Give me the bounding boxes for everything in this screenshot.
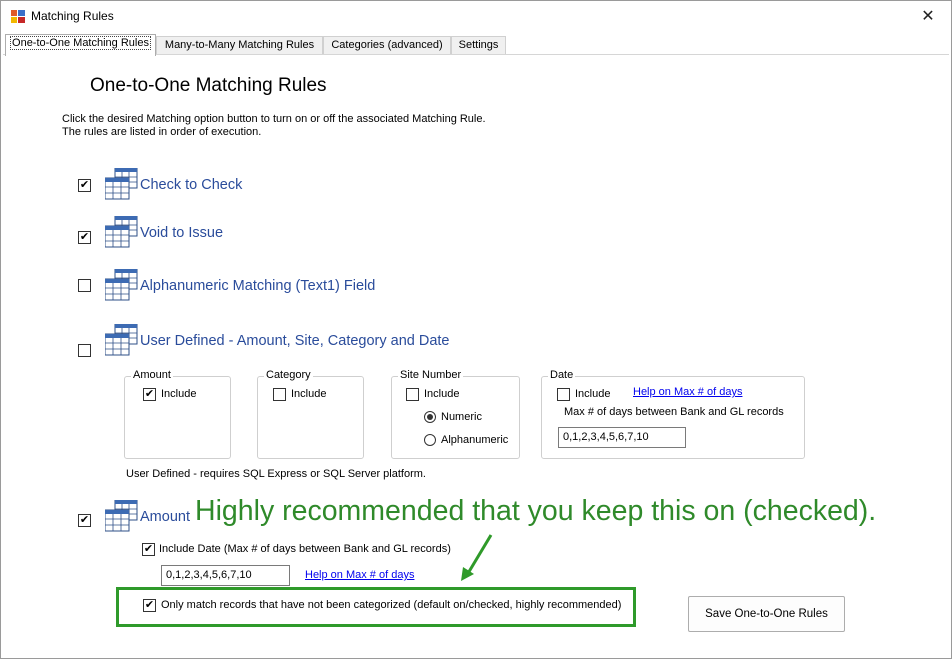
date-max-days-label: Max # of days between Bank and GL record… — [564, 406, 784, 418]
tab-settings[interactable]: Settings — [451, 36, 506, 55]
include-date-checkbox[interactable]: ✔ — [142, 543, 155, 556]
user-defined-label[interactable]: User Defined - Amount, Site, Category an… — [140, 333, 450, 349]
only-uncategorized-label[interactable]: Only match records that have not been ca… — [161, 599, 621, 611]
table-grid-icon[interactable] — [105, 500, 139, 532]
amount-include-label[interactable]: Include — [161, 388, 196, 400]
numeric-radio-label[interactable]: Numeric — [441, 411, 482, 423]
date-max-days-input[interactable]: 0,1,2,3,4,5,6,7,10 — [558, 427, 686, 448]
tab-one-to-one[interactable]: One-to-One Matching Rules — [5, 34, 156, 56]
tab-many-to-many[interactable]: Many-to-Many Matching Rules — [156, 36, 323, 55]
only-uncategorized-checkbox[interactable]: ✔ — [143, 599, 156, 612]
category-group-title: Category — [264, 369, 313, 381]
amount-rule-checkbox[interactable]: ✔ — [78, 514, 91, 527]
date-include-checkbox[interactable] — [557, 388, 570, 401]
alphanumeric-label[interactable]: Alphanumeric Matching (Text1) Field — [140, 278, 375, 294]
save-one-to-one-rules-button[interactable]: Save One-to-One Rules — [688, 596, 845, 632]
void-to-issue-checkbox[interactable]: ✔ — [78, 231, 91, 244]
date-help-link[interactable]: Help on Max # of days — [633, 386, 742, 398]
user-defined-checkbox[interactable] — [78, 344, 91, 357]
void-to-issue-label[interactable]: Void to Issue — [140, 225, 223, 241]
callout-arrow-icon — [461, 534, 493, 581]
page-title: One-to-One Matching Rules — [90, 75, 327, 96]
numeric-radio[interactable] — [424, 411, 436, 423]
site-number-include-checkbox[interactable] — [406, 388, 419, 401]
close-button[interactable]: ✕ — [905, 1, 951, 32]
table-grid-icon[interactable] — [105, 324, 139, 356]
category-include-checkbox[interactable] — [273, 388, 286, 401]
window-title: Matching Rules — [31, 9, 114, 23]
instructions-line-2: The rules are listed in order of executi… — [62, 126, 262, 138]
user-defined-note: User Defined - requires SQL Express or S… — [126, 468, 426, 480]
recommendation-callout: Highly recommended that you keep this on… — [195, 495, 877, 527]
date-include-label[interactable]: Include — [575, 388, 610, 400]
site-number-group-title: Site Number — [398, 369, 464, 381]
table-grid-icon[interactable] — [105, 168, 139, 200]
include-date-label[interactable]: Include Date (Max # of days between Bank… — [159, 543, 451, 555]
category-include-label[interactable]: Include — [291, 388, 326, 400]
amount-max-days-input[interactable]: 0,1,2,3,4,5,6,7,10 — [161, 565, 290, 586]
check-to-check-label[interactable]: Check to Check — [140, 177, 242, 193]
app-icon — [11, 10, 25, 23]
alphanumeric-radio-label[interactable]: Alphanumeric — [441, 434, 508, 446]
check-to-check-checkbox[interactable]: ✔ — [78, 179, 91, 192]
title-bar: Matching Rules ✕ — [1, 1, 951, 32]
alphanumeric-checkbox[interactable] — [78, 279, 91, 292]
amount-rule-label[interactable]: Amount — [140, 509, 190, 525]
date-group-title: Date — [548, 369, 576, 381]
close-icon: ✕ — [921, 8, 935, 25]
site-number-include-label[interactable]: Include — [424, 388, 459, 400]
instructions-line-1: Click the desired Matching option button… — [62, 113, 486, 125]
alphanumeric-radio[interactable] — [424, 434, 436, 446]
amount-group-title: Amount — [131, 369, 173, 381]
table-grid-icon[interactable] — [105, 216, 139, 248]
tab-categories[interactable]: Categories (advanced) — [323, 36, 451, 55]
table-grid-icon[interactable] — [105, 269, 139, 301]
amount-include-checkbox[interactable]: ✔ — [143, 388, 156, 401]
matching-rules-window: Matching Rules ✕ One-to-One Matching Rul… — [0, 0, 952, 659]
amount-help-link[interactable]: Help on Max # of days — [305, 569, 414, 581]
